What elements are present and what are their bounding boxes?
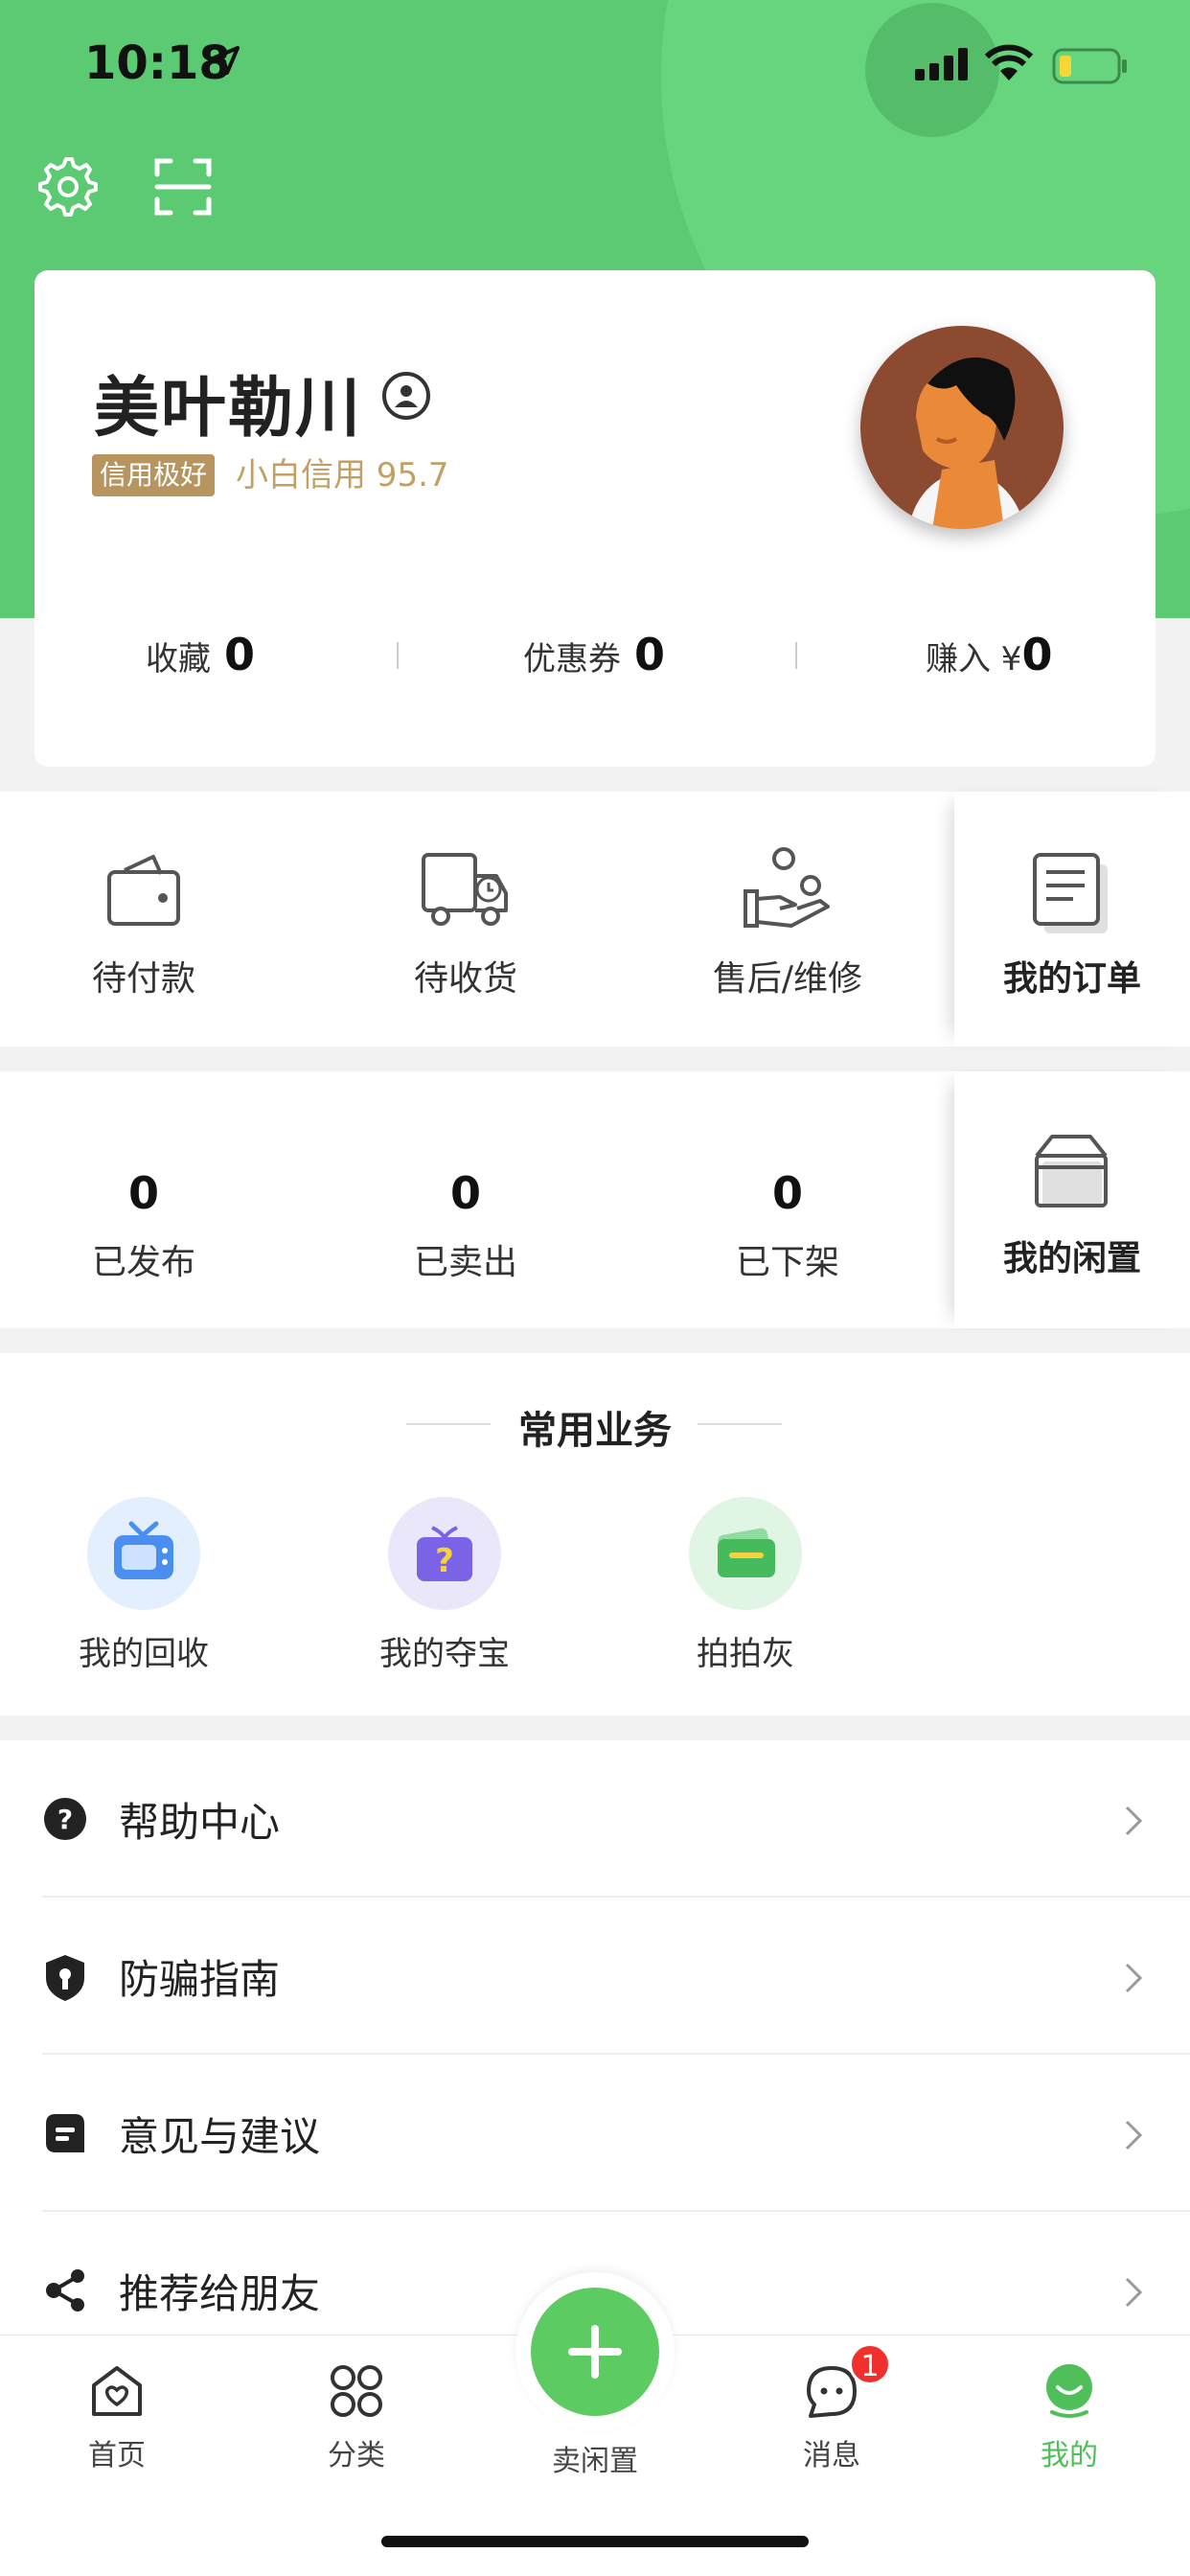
gift-question-icon: ? — [417, 1526, 472, 1581]
box-icon — [1035, 1135, 1108, 1208]
scan-icon[interactable] — [151, 155, 215, 218]
my-orders-label: 我的订单 — [1002, 959, 1141, 999]
card-icon — [718, 1528, 775, 1577]
idle-count: 0 — [449, 1167, 481, 1219]
settings-gear-icon[interactable] — [34, 155, 98, 218]
service-icon-bg: ? — [388, 1497, 501, 1610]
credit-score[interactable]: 小白信用 95.7 — [236, 454, 449, 496]
home-heart-icon — [92, 2366, 142, 2416]
home-indicator[interactable] — [381, 2536, 809, 2547]
stat-earnings[interactable]: 赚入 ¥ 0 — [926, 629, 1052, 680]
plus-icon — [568, 2325, 622, 2379]
status-time: 10:18 — [84, 36, 231, 90]
grid-circles-icon — [331, 2365, 382, 2417]
stat-label: 优惠券 — [523, 640, 621, 678]
idle-items-section: 0 已发布 0 已卖出 0 已下架 我的闲置 — [0, 1071, 1190, 1328]
orders-section: 待付款 待收货 售后/维修 我的订单 — [0, 792, 1190, 1046]
common-services-section: 常用业务 我的回收 ? 我的夺宝 拍拍灰 — [0, 1353, 1190, 1715]
location-arrow-icon — [211, 46, 240, 75]
chevron-right-icon — [1125, 1806, 1143, 1836]
order-document-icon — [1033, 853, 1108, 933]
divider — [795, 642, 797, 669]
service-label: 我的夺宝 — [379, 1635, 510, 1673]
stat-label: 赚入 ¥ — [926, 640, 1022, 678]
menu-label: 防骗指南 — [119, 1956, 281, 2003]
stat-label: 收藏 — [146, 640, 211, 678]
idle-count: 0 — [127, 1167, 159, 1219]
user-gender-icon — [382, 372, 430, 420]
section-title: 常用业务 — [518, 1409, 672, 1453]
my-idle-label: 我的闲置 — [1002, 1239, 1141, 1278]
order-label: 待收货 — [413, 959, 517, 999]
svg-text:?: ? — [435, 1542, 454, 1580]
stats-row: 收藏 0 优惠券 0 赚入 ¥ 0 — [34, 629, 1156, 769]
idle-count: 0 — [771, 1167, 803, 1219]
order-label: 待付款 — [91, 959, 195, 999]
credit-badge: 信用极好 — [92, 454, 216, 496]
idle-published[interactable]: 0 已发布 — [48, 1071, 240, 1328]
shield-icon — [46, 1955, 84, 2001]
battery-icon — [1052, 48, 1127, 84]
feedback-icon — [46, 2114, 84, 2152]
service-paipaihui[interactable]: 拍拍灰 — [659, 1497, 832, 1674]
sell-button[interactable] — [531, 2288, 659, 2416]
message-badge: 1 — [849, 2343, 891, 2385]
title-line — [698, 1423, 782, 1425]
service-treasure[interactable]: ? 我的夺宝 — [358, 1497, 531, 1674]
order-after-sales[interactable]: 售后/维修 — [692, 792, 883, 1046]
wifi-icon — [985, 44, 1033, 80]
menu-help-center[interactable]: ? 帮助中心 — [0, 1740, 1190, 1898]
divider — [397, 642, 399, 669]
share-icon — [46, 2269, 84, 2312]
menu-feedback[interactable]: 意见与建议 — [0, 2055, 1190, 2212]
idle-label: 已下架 — [735, 1243, 839, 1282]
tab-label: 首页 — [88, 2439, 146, 2472]
menu-label: 意见与建议 — [119, 2113, 321, 2160]
chevron-right-icon — [1125, 2277, 1143, 2308]
stat-value: 0 — [224, 629, 256, 680]
stat-coupons[interactable]: 优惠券 0 — [523, 629, 665, 680]
chevron-right-icon — [1125, 2120, 1143, 2150]
my-orders-button[interactable]: 我的订单 — [954, 792, 1190, 1046]
cellular-signal-icon — [915, 48, 968, 80]
tab-label: 分类 — [328, 2439, 385, 2472]
question-icon: ? — [44, 1798, 86, 1840]
svg-text:?: ? — [57, 1804, 73, 1835]
tab-label: 消息 — [803, 2439, 860, 2472]
order-pending-delivery[interactable]: 待收货 — [370, 792, 561, 1046]
my-idle-button[interactable]: 我的闲置 — [954, 1071, 1190, 1328]
tv-icon — [114, 1521, 173, 1579]
menu-label: 帮助中心 — [119, 1799, 281, 1846]
sell-button-ring — [515, 2272, 675, 2431]
idle-removed[interactable]: 0 已下架 — [692, 1071, 883, 1328]
idle-label: 已发布 — [91, 1243, 195, 1282]
tab-label: 卖闲置 — [552, 2445, 638, 2478]
order-pending-payment[interactable]: 待付款 — [48, 792, 240, 1046]
tab-label: 我的 — [1041, 2439, 1098, 2472]
hand-coin-icon — [744, 847, 830, 928]
idle-label: 已卖出 — [413, 1243, 517, 1282]
service-label: 我的回收 — [79, 1635, 209, 1673]
profile-card[interactable]: 美叶勒川 信用极好 小白信用 95.7 收藏 0 优惠券 0 赚入 ¥ 0 — [34, 270, 1156, 767]
menu-label: 推荐给朋友 — [119, 2270, 321, 2317]
service-icon-bg — [689, 1497, 802, 1610]
smile-icon — [1046, 2364, 1092, 2418]
service-label: 拍拍灰 — [697, 1635, 794, 1673]
avatar-illustration — [860, 326, 1064, 529]
service-icon-bg — [87, 1497, 200, 1610]
order-label: 售后/维修 — [712, 959, 863, 999]
menu-anti-fraud[interactable]: 防骗指南 — [0, 1898, 1190, 2055]
chevron-right-icon — [1125, 1963, 1143, 1993]
service-recycle[interactable]: 我的回收 — [57, 1497, 230, 1674]
wallet-icon — [107, 855, 180, 926]
idle-sold[interactable]: 0 已卖出 — [370, 1071, 561, 1328]
user-name: 美叶勒川 — [94, 371, 363, 447]
stat-value: 0 — [634, 629, 666, 680]
stat-favorites[interactable]: 收藏 0 — [146, 629, 255, 680]
avatar[interactable] — [860, 326, 1064, 529]
stat-value: 0 — [1021, 629, 1053, 680]
truck-icon — [422, 853, 508, 926]
settings-menu: ? 帮助中心 防骗指南 意见与建议 推荐给朋友 — [0, 1740, 1190, 2334]
